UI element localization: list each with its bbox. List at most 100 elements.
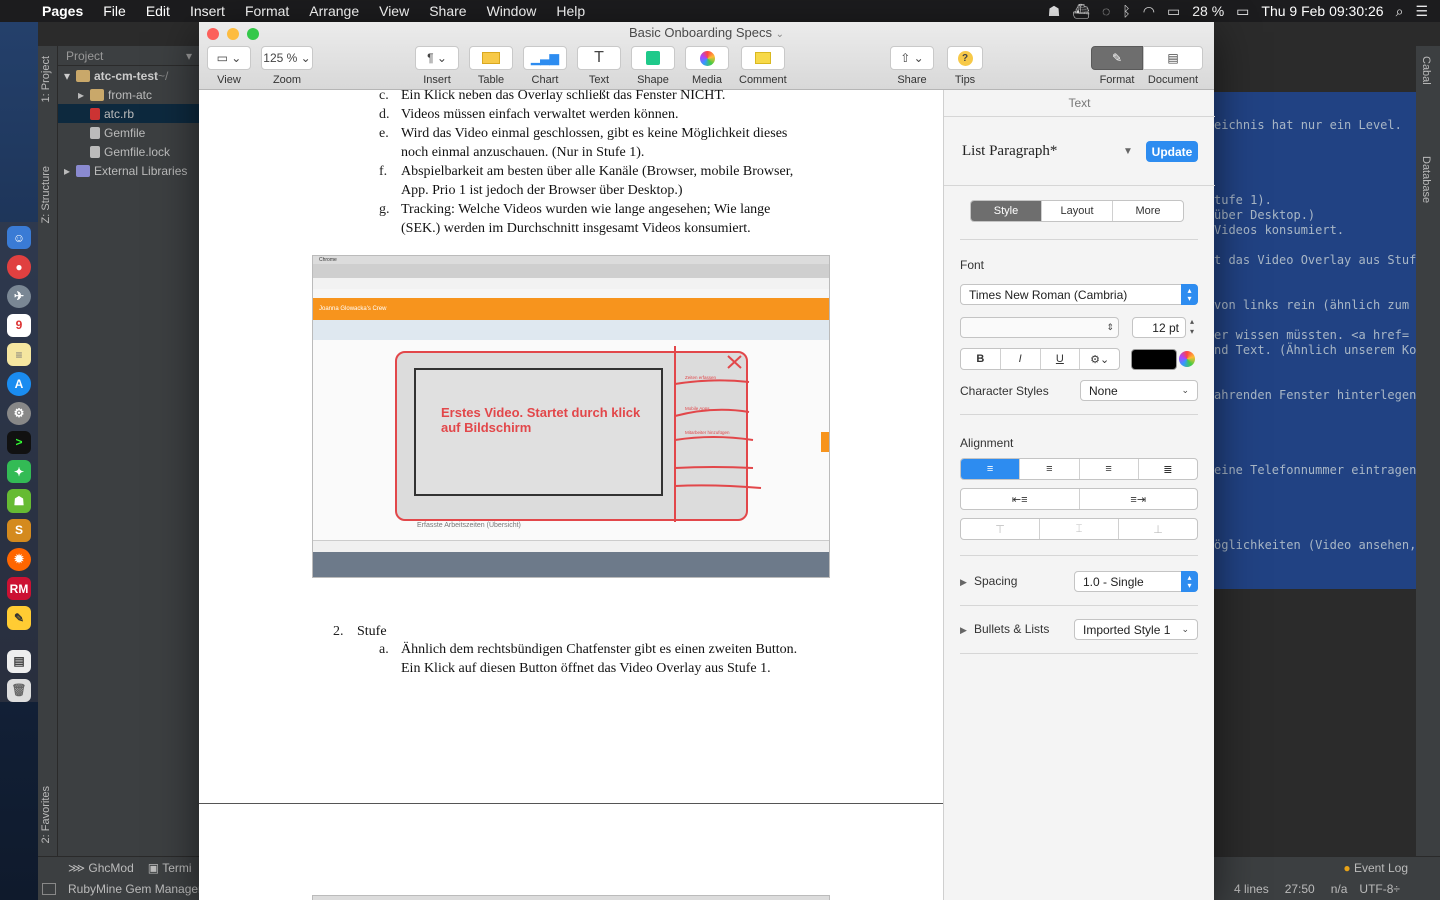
tree-item-gemfile-lock[interactable]: Gemfile.lock: [58, 142, 200, 161]
structure-tool-tab[interactable]: Z: Structure: [40, 166, 52, 223]
document-canvas[interactable]: c. Ein Klick neben das Overlay schließt …: [199, 90, 943, 900]
increase-indent-icon[interactable]: ≡⇥: [1080, 489, 1198, 509]
italic-button[interactable]: I: [1001, 349, 1041, 369]
section-title[interactable]: Stufe: [357, 624, 387, 640]
layout-toggle-icon[interactable]: [42, 883, 56, 895]
menu-format[interactable]: Format: [235, 3, 299, 19]
zoom-button[interactable]: 125 % ⌄ Zoom: [261, 46, 313, 86]
bullets-style-popup[interactable]: Imported Style 1 ⌄: [1074, 619, 1198, 640]
trash-icon[interactable]: 🗑: [7, 678, 31, 702]
text-color-well[interactable]: [1131, 349, 1177, 370]
menu-share[interactable]: Share: [419, 3, 476, 19]
align-top-icon[interactable]: ⊤: [961, 519, 1040, 539]
list-item-text[interactable]: Ähnlich dem rechtsbündigen Chatfenster g…: [401, 642, 797, 658]
rubymine-icon[interactable]: RM: [7, 577, 31, 601]
terminal-tool-button[interactable]: ▣ Termi: [148, 861, 192, 875]
media-button[interactable]: Media: [685, 46, 729, 86]
robot-tray-icon[interactable]: ☗: [1048, 3, 1061, 20]
list-item-text[interactable]: noch einmal anzuschauen. (Nur in Stufe 1…: [401, 145, 644, 161]
notification-center-icon[interactable]: ☰: [1415, 3, 1428, 20]
justify-icon[interactable]: ≣: [1139, 459, 1197, 479]
project-header[interactable]: Project ▾: [58, 46, 200, 66]
menu-edit[interactable]: Edit: [136, 3, 180, 19]
status-line-separator[interactable]: n/a: [1331, 882, 1348, 896]
battery-icon[interactable]: ▭: [1236, 3, 1249, 20]
disclosure-icon[interactable]: ▾: [64, 69, 76, 83]
font-size-field[interactable]: 12 pt: [1132, 317, 1186, 338]
tree-item-external-libraries[interactable]: ▸ External Libraries: [58, 161, 200, 180]
share-button[interactable]: ⇧ ⌄ Share: [890, 46, 934, 86]
list-item-text[interactable]: Ein Klick neben das Overlay schließt das…: [401, 90, 725, 104]
menu-help[interactable]: Help: [546, 3, 595, 19]
project-tool-tab[interactable]: 1: Project: [40, 56, 52, 102]
bullets-lists-label[interactable]: Bullets & Lists: [974, 622, 1049, 636]
event-log-button[interactable]: ● Event Log: [1343, 861, 1408, 875]
tree-item-project-root[interactable]: ▾ atc-cm-test ~/: [58, 66, 200, 85]
paragraph-style-name[interactable]: List Paragraph*: [962, 143, 1057, 160]
decrease-indent-icon[interactable]: ⇤≡: [961, 489, 1080, 509]
chevron-down-icon[interactable]: ⌄: [776, 29, 784, 40]
menu-view[interactable]: View: [369, 3, 419, 19]
bold-button[interactable]: B: [961, 349, 1001, 369]
battery-percentage[interactable]: 28 %: [1192, 3, 1224, 19]
tree-item-from-atc[interactable]: ▸ from-atc: [58, 85, 200, 104]
list-item-text[interactable]: (SEK.) werden im Durchschnitt insgesamt …: [401, 221, 751, 237]
robot-app-icon[interactable]: ☗: [7, 489, 31, 513]
code-editor-visible-slice[interactable]: eichnis hat nur ein Level. tufe 1). über…: [1214, 92, 1416, 589]
airplay-icon[interactable]: ▭: [1167, 3, 1180, 20]
color-wheel-icon[interactable]: [1179, 351, 1195, 367]
cabal-tool-tab[interactable]: Cabal: [1420, 56, 1432, 85]
ghcmod-tool-button[interactable]: ⋙ GhcMod: [68, 861, 134, 875]
sublime-icon[interactable]: S: [7, 518, 31, 542]
disclosure-icon[interactable]: ▸: [64, 164, 76, 178]
document-title[interactable]: Basic Onboarding Specs ⌄: [199, 25, 1214, 40]
list-item-text[interactable]: App. Prio 1 ist jedoch der Browser über …: [401, 183, 683, 199]
update-style-button[interactable]: Update: [1146, 141, 1198, 162]
app-menu[interactable]: Pages: [38, 3, 93, 19]
status-encoding[interactable]: UTF-8÷: [1359, 882, 1400, 896]
typeface-popup[interactable]: ⇕: [960, 317, 1119, 338]
firefox-icon[interactable]: ✹: [7, 547, 31, 571]
format-button[interactable]: ✎ Format: [1091, 46, 1143, 86]
git-app-icon[interactable]: ✦: [7, 460, 31, 484]
table-button[interactable]: Table: [469, 46, 513, 86]
chart-button[interactable]: ▁▃▆ Chart: [523, 46, 567, 86]
disclosure-icon[interactable]: ▸: [78, 88, 90, 102]
align-right-icon[interactable]: ≡: [1080, 459, 1139, 479]
list-item-text[interactable]: Wird das Video einmal geschlossen, gibt …: [401, 126, 787, 142]
menu-clock[interactable]: Thu 9 Feb 09:30:26: [1261, 3, 1383, 19]
pages-icon[interactable]: ✎: [7, 606, 31, 630]
document-button[interactable]: ▤ Document: [1143, 46, 1203, 86]
view-button[interactable]: ▭ ⌄ View: [207, 46, 251, 86]
menu-file[interactable]: File: [93, 3, 136, 19]
sync-tray-icon[interactable]: ◌: [1102, 3, 1110, 19]
character-styles-popup[interactable]: None ⌄: [1080, 380, 1198, 401]
list-item-text[interactable]: Videos müssen einfach verwaltet werden k…: [401, 107, 679, 123]
font-size-stepper[interactable]: ▴ ▾: [1186, 317, 1198, 338]
align-left-icon[interactable]: ≡: [961, 459, 1021, 479]
disclosure-triangle-icon[interactable]: ▶: [960, 577, 967, 588]
chrome-icon[interactable]: ●: [7, 255, 31, 279]
calendar-icon[interactable]: 9: [7, 313, 31, 337]
menu-arrange[interactable]: Arrange: [299, 3, 369, 19]
tab-style[interactable]: Style: [971, 201, 1042, 221]
tab-more[interactable]: More: [1113, 201, 1183, 221]
tree-item-gemfile[interactable]: Gemfile: [58, 123, 200, 142]
menu-insert[interactable]: Insert: [180, 3, 235, 19]
system-preferences-icon[interactable]: ⚙: [7, 401, 31, 425]
app-store-icon[interactable]: A: [7, 372, 31, 396]
tips-button[interactable]: ? Tips: [947, 46, 983, 86]
launchpad-icon[interactable]: ✈: [7, 284, 31, 308]
chevron-down-icon[interactable]: ▾: [186, 49, 192, 63]
text-button[interactable]: T Text: [577, 46, 621, 86]
paragraph-style-menu-icon[interactable]: ▼: [1123, 146, 1133, 157]
align-middle-icon[interactable]: ⌶: [1040, 519, 1119, 539]
finder-icon[interactable]: ☺: [7, 226, 31, 250]
align-center-icon[interactable]: ≡: [1020, 459, 1080, 479]
wifi-icon[interactable]: ◠: [1143, 3, 1155, 20]
menu-window[interactable]: Window: [477, 3, 547, 19]
list-item-text[interactable]: Tracking: Welche Videos wurden wie lange…: [401, 202, 770, 218]
disclosure-triangle-icon[interactable]: ▶: [960, 625, 967, 636]
tab-layout[interactable]: Layout: [1042, 201, 1113, 221]
line-spacing-popup[interactable]: 1.0 - Single ▴ ▾: [1074, 571, 1198, 592]
